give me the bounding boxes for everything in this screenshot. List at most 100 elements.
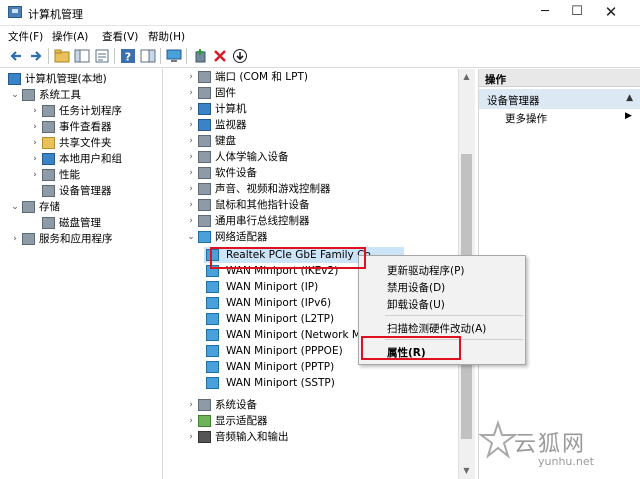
- show-hide-tree-icon[interactable]: [74, 48, 90, 64]
- delete-icon[interactable]: [212, 48, 228, 64]
- chevron-right-icon[interactable]: ›: [186, 213, 196, 229]
- tree-item-label: 性能: [59, 169, 80, 181]
- device-category-hid[interactable]: › 人体学输入设备: [186, 149, 456, 165]
- device-category-label: 键盘: [215, 135, 236, 147]
- computer-monitor-icon[interactable]: [166, 48, 182, 64]
- chevron-right-icon[interactable]: ›: [30, 119, 40, 135]
- device-category-label: 网络适配器: [215, 231, 268, 243]
- menu-item-disable-device[interactable]: 禁用设备(D): [387, 280, 445, 295]
- chevron-right-icon[interactable]: ›: [186, 397, 196, 413]
- device-category-firmware[interactable]: › 固件: [186, 85, 456, 101]
- monitor-icon: [198, 119, 211, 131]
- toolbar: ?: [0, 44, 640, 68]
- tree-item-performance[interactable]: › 性能: [30, 167, 160, 183]
- show-action-pane-icon[interactable]: [140, 48, 156, 64]
- tree-item-device-manager[interactable]: 设备管理器: [30, 183, 160, 199]
- chevron-down-icon[interactable]: ⌄: [10, 87, 20, 103]
- menu-action[interactable]: 操作(A): [52, 29, 88, 44]
- menu-item-update-driver[interactable]: 更新驱动程序(P): [387, 263, 465, 278]
- chevron-right-icon[interactable]: ›: [186, 429, 196, 445]
- network-adapter-icon: [206, 377, 219, 389]
- menu-item-scan-hardware[interactable]: 扫描检测硬件改动(A): [387, 321, 486, 336]
- chevron-right-icon[interactable]: ▶: [625, 111, 632, 121]
- tree-item-label: 本地用户和组: [59, 153, 122, 165]
- highlight-box-properties: [361, 336, 461, 360]
- fox-logo-icon: [478, 420, 518, 459]
- download-icon[interactable]: [232, 48, 248, 64]
- tree-item-task-scheduler[interactable]: › 任务计划程序: [30, 103, 160, 119]
- chevron-right-icon[interactable]: ›: [186, 149, 196, 165]
- tree-item-services[interactable]: › 服务和应用程序: [10, 231, 160, 247]
- device-category-usb[interactable]: › 通用串行总线控制器: [186, 213, 456, 229]
- device-category-software[interactable]: › 软件设备: [186, 165, 456, 181]
- chevron-right-icon[interactable]: ›: [186, 69, 196, 85]
- menu-view[interactable]: 查看(V): [102, 29, 138, 44]
- chevron-right-icon[interactable]: ›: [186, 413, 196, 429]
- tree-item-storage[interactable]: ⌄ 存储: [10, 199, 160, 215]
- chevron-right-icon[interactable]: ›: [30, 151, 40, 167]
- device-category-display[interactable]: › 显示适配器: [186, 413, 456, 429]
- device-category-mice[interactable]: › 鼠标和其他指针设备: [186, 197, 456, 213]
- back-arrow-icon[interactable]: [8, 48, 24, 64]
- scroll-up-arrow[interactable]: ▲: [460, 71, 473, 83]
- help-icon[interactable]: ?: [120, 48, 136, 64]
- navigation-tree: 计算机管理(本地) ⌄ 系统工具 › 任务计划程序 › 事件查看器 › 共享文件…: [0, 69, 163, 479]
- display-adapter-icon: [198, 415, 211, 427]
- actions-section-device-manager[interactable]: 设备管理器 ▲: [479, 89, 640, 109]
- device-category-network[interactable]: ⌄ 网络适配器: [186, 229, 456, 245]
- minimize-button[interactable]: ─: [530, 2, 560, 22]
- chevron-right-icon[interactable]: ›: [186, 197, 196, 213]
- chevron-right-icon[interactable]: ›: [30, 135, 40, 151]
- software-device-icon: [198, 167, 211, 179]
- users-icon: [42, 153, 55, 165]
- device-category-label: 端口 (COM 和 LPT): [215, 71, 308, 83]
- device-category-label: 系统设备: [215, 399, 257, 411]
- device-category-sound[interactable]: › 声音、视频和游戏控制器: [186, 181, 456, 197]
- chevron-right-icon[interactable]: ›: [186, 101, 196, 117]
- device-category-monitors[interactable]: › 监视器: [186, 117, 456, 133]
- properties-icon[interactable]: [94, 48, 110, 64]
- tree-item-local-users[interactable]: › 本地用户和组: [30, 151, 160, 167]
- menu-item-uninstall-device[interactable]: 卸载设备(U): [387, 297, 445, 312]
- disk-icon: [42, 217, 55, 229]
- forward-arrow-icon[interactable]: [28, 48, 44, 64]
- chevron-right-icon[interactable]: ›: [30, 167, 40, 183]
- shared-folder-icon: [42, 137, 55, 149]
- chevron-right-icon[interactable]: ›: [186, 133, 196, 149]
- device-category-label: 软件设备: [215, 167, 257, 179]
- chevron-down-icon[interactable]: ⌄: [10, 199, 20, 215]
- tree-item-label: 事件查看器: [59, 121, 112, 133]
- chevron-right-icon[interactable]: ›: [10, 231, 20, 247]
- chevron-right-icon[interactable]: ›: [186, 181, 196, 197]
- up-folder-icon[interactable]: [54, 48, 70, 64]
- tree-item-system-tools[interactable]: ⌄ 系统工具: [10, 87, 160, 103]
- chevron-down-icon[interactable]: ⌄: [186, 229, 196, 245]
- watermark-text: 云狐网: [514, 432, 587, 457]
- tree-item-label: 服务和应用程序: [39, 233, 113, 245]
- device-category-computer[interactable]: › 计算机: [186, 101, 456, 117]
- chevron-right-icon[interactable]: ›: [30, 103, 40, 119]
- chevron-right-icon[interactable]: ›: [186, 165, 196, 181]
- usb-icon: [198, 215, 211, 227]
- tree-item-shared-folders[interactable]: › 共享文件夹: [30, 135, 160, 151]
- device-category-keyboards[interactable]: › 键盘: [186, 133, 456, 149]
- tree-item-label: 存储: [39, 201, 60, 213]
- more-actions-link[interactable]: 更多操作: [505, 111, 547, 126]
- tree-item-root[interactable]: 计算机管理(本地): [2, 71, 162, 87]
- menu-file[interactable]: 文件(F): [8, 29, 43, 44]
- collapse-up-icon[interactable]: ▲: [626, 93, 633, 103]
- chevron-right-icon[interactable]: ›: [186, 117, 196, 133]
- device-item-wan-sstp[interactable]: WAN Miniport (SSTP): [204, 375, 404, 391]
- device-category-audio-io[interactable]: › 音频输入和输出: [186, 429, 456, 445]
- device-category-ports[interactable]: › 端口 (COM 和 LPT): [186, 69, 456, 85]
- scroll-down-arrow[interactable]: ▼: [460, 465, 473, 477]
- tree-item-disk-management[interactable]: 磁盘管理: [30, 215, 160, 231]
- device-category-system[interactable]: › 系统设备: [186, 397, 456, 413]
- close-button[interactable]: ✕: [596, 2, 626, 22]
- menu-help[interactable]: 帮助(H): [148, 29, 185, 44]
- network-adapter-icon: [206, 281, 219, 293]
- maximize-button[interactable]: ☐: [562, 2, 592, 22]
- tree-item-event-viewer[interactable]: › 事件查看器: [30, 119, 160, 135]
- add-driver-icon[interactable]: [192, 48, 208, 64]
- chevron-right-icon[interactable]: ›: [186, 85, 196, 101]
